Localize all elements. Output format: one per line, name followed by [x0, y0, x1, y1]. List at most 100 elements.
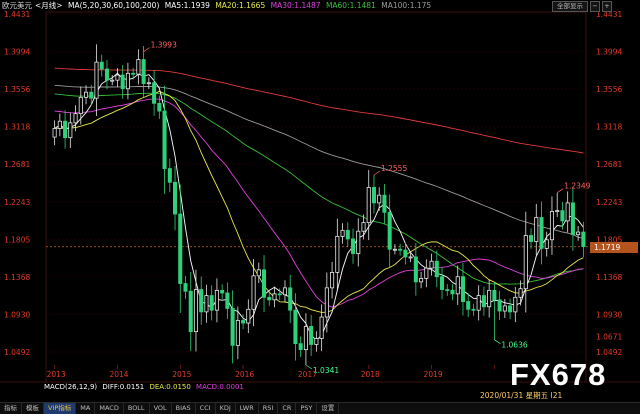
candle-body: [523, 235, 528, 290]
candle-body: [424, 267, 429, 279]
tab-templates[interactable]: 模板: [22, 403, 44, 414]
candle-body: [251, 275, 256, 310]
tab-vol[interactable]: VOL: [150, 403, 172, 414]
candle: [560, 201, 565, 230]
tab-cr[interactable]: CR: [278, 403, 297, 414]
candle-body: [434, 260, 439, 278]
candle-body: [356, 230, 361, 254]
candle-body: [560, 210, 565, 222]
y-tick-label-left: 1.3118: [4, 123, 30, 132]
candle: [173, 166, 178, 231]
candle-body: [518, 288, 523, 298]
zoom-in-button[interactable]: +: [602, 1, 612, 12]
candle: [330, 261, 335, 299]
candles: [52, 44, 586, 365]
candle: [518, 280, 523, 306]
x-axis: 2013 2014 2015 2016 2017 2018 2019: [47, 365, 495, 379]
chart-toolbar: 全部显示 − +: [552, 1, 612, 12]
ma60-value: MA60:1.1481: [325, 1, 376, 10]
candle: [104, 59, 109, 90]
candle-body: [188, 290, 193, 333]
ma100-value: MA100:1.175: [381, 1, 432, 10]
macd-dea-value: DEA:0.0150: [149, 383, 191, 391]
candle: [429, 253, 434, 276]
ma5-line: [54, 72, 584, 342]
candle-body: [502, 305, 507, 312]
candle: [549, 196, 554, 255]
candle: [68, 112, 73, 149]
candle-body: [340, 229, 345, 237]
candle: [576, 226, 581, 241]
candle: [508, 298, 513, 320]
show-all-button[interactable]: 全部显示: [552, 1, 588, 12]
candle-body: [78, 96, 83, 115]
candle-body: [272, 293, 277, 301]
candle-body: [534, 217, 539, 242]
tab-bias[interactable]: BIAS: [172, 403, 196, 414]
tab-settings[interactable]: 设置: [317, 403, 340, 414]
candle: [335, 218, 340, 291]
tab-boll[interactable]: BOLL: [124, 403, 150, 414]
candle: [303, 313, 308, 365]
candle: [371, 174, 376, 214]
candle-body: [570, 202, 575, 236]
candle-body: [199, 289, 204, 313]
candle-body: [293, 309, 298, 345]
tab-cci[interactable]: CCI: [196, 403, 216, 414]
candle-body: [403, 249, 408, 258]
candle: [555, 192, 560, 217]
candle: [146, 77, 151, 90]
tab-ma[interactable]: MA: [76, 403, 96, 414]
candle-body: [309, 326, 314, 345]
ma20-value: MA20:1.1665: [215, 1, 266, 10]
candle-body: [68, 122, 73, 139]
candle-body: [84, 91, 89, 98]
candle: [262, 255, 267, 313]
y-tick-label-right: 1.2243: [596, 198, 622, 207]
candle-body: [89, 91, 94, 99]
candle: [534, 203, 539, 256]
candle-body: [466, 301, 471, 310]
candle-body: [345, 229, 350, 240]
price-chart[interactable]: 1.4431 1.44311.3994 1.39941.3556 1.35561.31…: [0, 0, 640, 413]
candle: [324, 272, 329, 333]
candle: [398, 243, 403, 256]
tab-rsi[interactable]: RSI: [259, 403, 279, 414]
candle: [319, 304, 324, 352]
tab-lwr[interactable]: LWR: [236, 403, 259, 414]
y-tick-label-right: 1.0930: [596, 310, 622, 319]
candle-body: [335, 235, 340, 273]
cursor-date-readout: 2020/01/31 星期五 I21: [480, 391, 563, 400]
candle-body: [450, 290, 455, 295]
candle-body: [162, 110, 167, 169]
candle-body: [136, 59, 141, 75]
candle: [476, 285, 481, 321]
tab-kdj[interactable]: KDJ: [216, 403, 236, 414]
macd-params-label[interactable]: MACD(26,12,9): [44, 383, 97, 391]
y-tick-label-right: 1.2681: [596, 160, 622, 169]
tab-macd[interactable]: MACD: [95, 403, 124, 414]
tab-psy[interactable]: PSY: [296, 403, 318, 414]
tab-indicators[interactable]: 指标: [0, 403, 22, 414]
timeframe-label[interactable]: <月线>: [35, 1, 63, 10]
candle: [288, 274, 293, 324]
candle-body: [539, 217, 544, 249]
tab-vip-indicators[interactable]: VIP指标: [44, 403, 77, 414]
y-tick-label-left: 1.3994: [4, 48, 30, 57]
ma60-line: [54, 92, 584, 285]
candle-body: [576, 231, 581, 236]
zoom-out-button[interactable]: −: [590, 1, 600, 12]
ma100-line: [54, 84, 584, 239]
candle-body: [492, 290, 497, 301]
candle-body: [351, 238, 356, 254]
candle: [188, 272, 193, 351]
candle-body: [178, 213, 183, 284]
macd-diff-value: DIFF:0.0151: [102, 383, 145, 391]
candle-body: [581, 231, 586, 248]
candle-body: [120, 74, 125, 90]
y-tick-label-right: 1.3118: [596, 123, 622, 132]
ma-params-label[interactable]: MA(5,20,30,60,100,200): [68, 1, 159, 10]
candle: [424, 259, 429, 288]
candle-body: [63, 120, 68, 139]
candle-body: [214, 290, 219, 311]
